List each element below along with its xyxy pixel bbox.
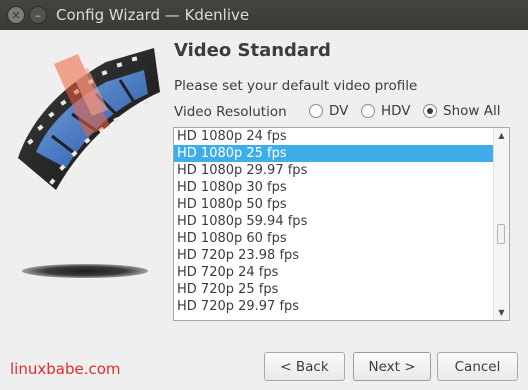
- profile-list-scrollbar[interactable]: ▲ ▼: [493, 128, 509, 320]
- video-profile-list[interactable]: HD 1080p 24 fps HD 1080p 25 fps HD 1080p 2…: [173, 127, 510, 321]
- profile-list-item[interactable]: HD 1080p 24 fps: [174, 128, 494, 145]
- profile-list-item[interactable]: HD 1080p 29.97 fps: [174, 162, 494, 179]
- minimize-icon[interactable]: –: [29, 6, 47, 24]
- radio-dv-indicator[interactable]: [309, 104, 323, 118]
- profile-list-item[interactable]: HD 1080p 30 fps: [174, 179, 494, 196]
- page-subtitle: Please set your default video profile: [174, 78, 418, 94]
- radio-show-all-indicator[interactable]: [423, 104, 437, 118]
- profile-list-item[interactable]: HD 720p 23.98 fps: [174, 247, 494, 264]
- back-button[interactable]: < Back: [264, 352, 345, 381]
- watermark-text: linuxbabe.com: [10, 360, 121, 378]
- close-icon[interactable]: ✕: [7, 6, 25, 24]
- profile-list-item[interactable]: HD 1080p 50 fps: [174, 196, 494, 213]
- logo-shadow: [22, 264, 148, 278]
- profile-list-item[interactable]: HD 1080p 25 fps: [174, 145, 494, 162]
- profile-list-item[interactable]: HD 720p 24 fps: [174, 264, 494, 281]
- scrollbar-thumb[interactable]: [497, 224, 505, 244]
- cancel-button[interactable]: Cancel: [437, 352, 518, 381]
- wizard-client-area: Video Standard Please set your default v…: [0, 30, 528, 390]
- radio-show-all-label: Show All: [443, 103, 501, 119]
- radio-show-all[interactable]: Show All: [423, 103, 500, 119]
- video-resolution-label: Video Resolution: [174, 104, 287, 120]
- radio-hdv-indicator[interactable]: [361, 104, 375, 118]
- radio-dv-label: DV: [329, 103, 349, 119]
- window-title: Config Wizard — Kdenlive: [56, 6, 250, 24]
- page-title: Video Standard: [174, 40, 331, 61]
- profile-list-item[interactable]: HD 720p 25 fps: [174, 281, 494, 298]
- scroll-down-arrow-icon[interactable]: ▼: [494, 306, 509, 320]
- profile-list-item[interactable]: HD 720p 29.97 fps: [174, 298, 494, 315]
- next-button[interactable]: Next >: [353, 352, 431, 381]
- profile-list-item[interactable]: HD 1080p 59.94 fps: [174, 213, 494, 230]
- radio-hdv-label: HDV: [381, 103, 411, 119]
- radio-hdv[interactable]: HDV: [361, 103, 411, 119]
- scroll-up-arrow-icon[interactable]: ▲: [494, 129, 509, 143]
- title-bar: ✕ – Config Wizard — Kdenlive: [0, 0, 528, 30]
- radio-dv[interactable]: DV: [309, 103, 348, 119]
- profile-list-item[interactable]: HD 1080p 60 fps: [174, 230, 494, 247]
- film-strip-logo-icon: [18, 48, 160, 190]
- profile-list-items: HD 1080p 24 fps HD 1080p 25 fps HD 1080p 2…: [174, 128, 494, 315]
